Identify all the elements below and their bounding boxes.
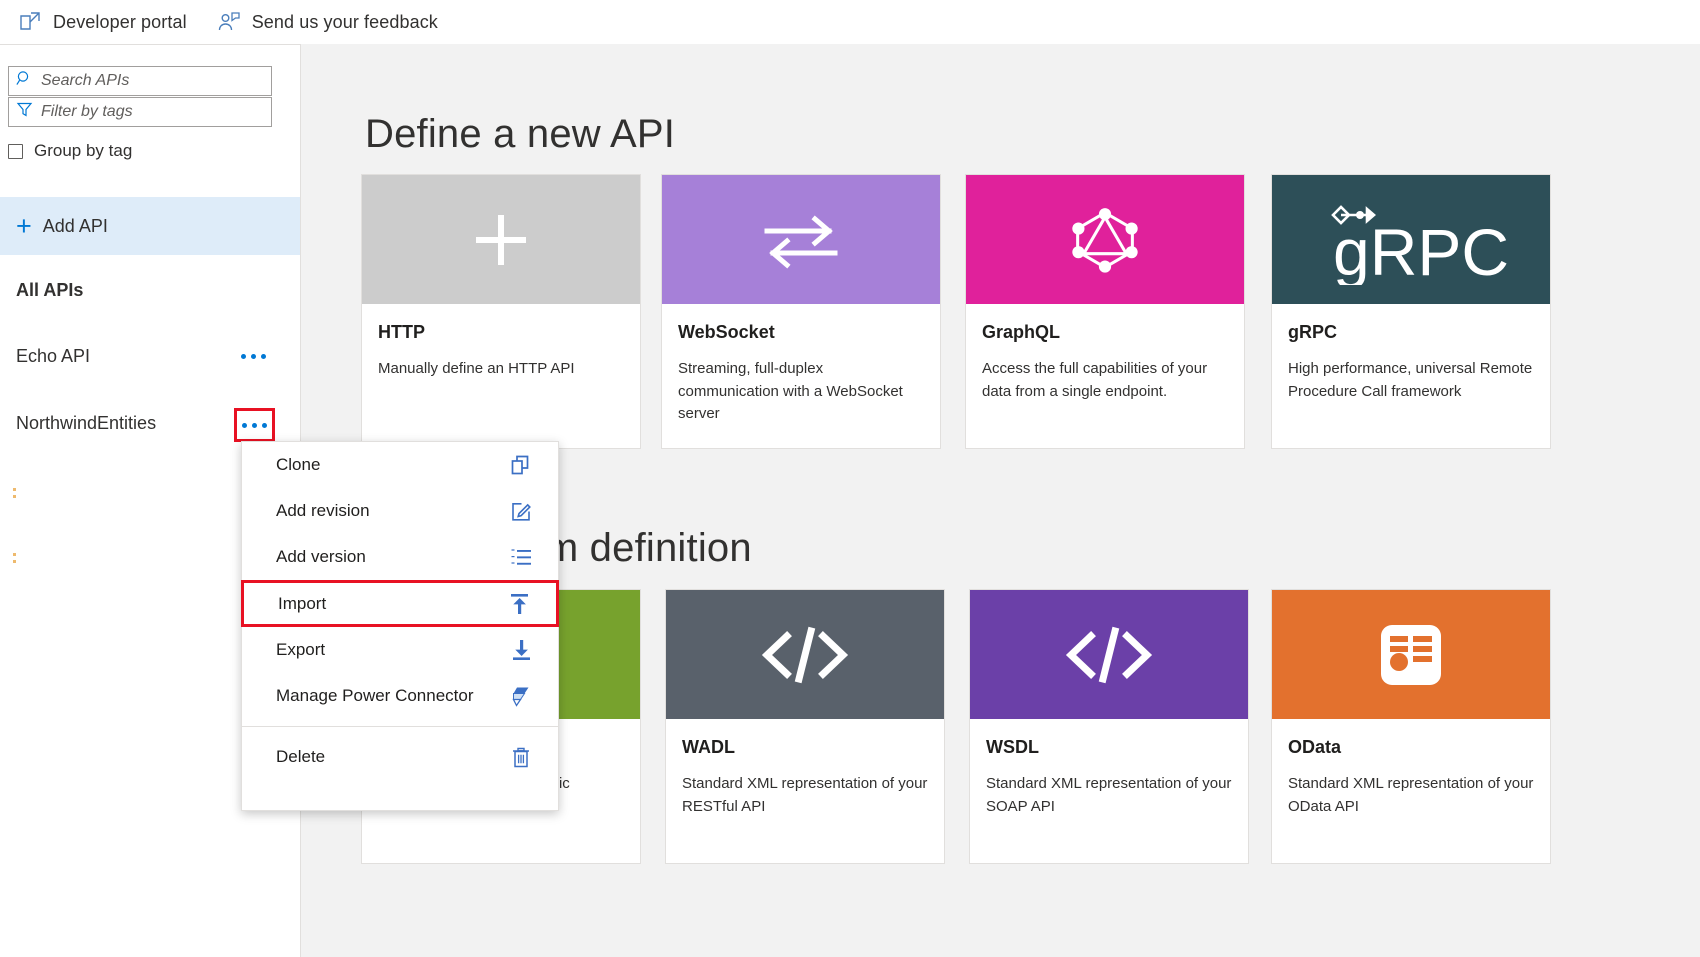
bidirectional-arrows-icon — [764, 214, 838, 269]
card-title: WSDL — [986, 737, 1039, 757]
odata-table-icon — [1381, 624, 1441, 685]
search-apis-field[interactable]: Search APIs — [8, 66, 272, 96]
clone-icon — [506, 455, 536, 475]
numbered-list-icon — [506, 548, 536, 567]
developer-portal-button[interactable]: Developer portal — [18, 10, 187, 34]
export-arrow-down-icon — [506, 639, 536, 661]
card-description: Standard XML representation of your SOAP… — [986, 775, 1232, 815]
filter-by-tags-field[interactable]: Filter by tags — [8, 97, 272, 127]
card-title: GraphQL — [982, 322, 1061, 342]
api-card-graphql[interactable]: GraphQL Access the full capabilities of … — [965, 174, 1245, 449]
card-description: Access the full capabilities of your dat… — [982, 360, 1208, 400]
card-description: Standard XML representation of your ODat… — [1288, 775, 1534, 815]
menu-item-label: Add version — [276, 547, 366, 566]
api-context-menu: Clone Add revision Add version Import Ex… — [241, 441, 559, 811]
menu-item-add-version[interactable]: Add version — [242, 534, 558, 580]
sidebar-item-echo-api[interactable]: Echo API — [0, 335, 300, 377]
command-bar: Developer portal Send us your feedback — [0, 0, 1700, 44]
power-connector-icon — [506, 685, 536, 707]
trash-icon — [506, 747, 536, 768]
menu-item-label: Export — [276, 640, 326, 659]
list-artifact-mark — [13, 560, 16, 563]
card-body: HTTP Manually define an HTTP API — [362, 304, 640, 381]
search-apis-placeholder: Search APIs — [41, 72, 130, 89]
api-card-wsdl[interactable]: WSDL Standard XML representation of your… — [969, 589, 1249, 864]
filter-icon — [16, 101, 33, 123]
menu-item-label: Clone — [276, 455, 321, 474]
card-header — [662, 175, 940, 304]
card-header — [362, 175, 640, 304]
grpc-logo-icon: gRPC — [1331, 204, 1509, 285]
menu-item-label: Delete — [276, 747, 326, 766]
filter-by-tags-placeholder: Filter by tags — [41, 103, 133, 120]
menu-item-export[interactable]: Export — [242, 627, 558, 673]
plus-icon: + — [16, 210, 32, 241]
menu-item-clone[interactable]: Clone — [242, 442, 558, 488]
menu-divider — [242, 726, 558, 727]
add-api-button[interactable]: + Add API — [0, 197, 300, 255]
menu-item-label: Import — [278, 593, 327, 613]
menu-item-manage-power-connector[interactable]: Manage Power Connector — [242, 673, 558, 719]
api-card-http[interactable]: HTTP Manually define an HTTP API — [361, 174, 641, 449]
svg-text:gRPC: gRPC — [1333, 215, 1509, 285]
sidebar-item-northwindentities[interactable]: NorthwindEntities — [0, 402, 300, 444]
add-api-label: Add API — [42, 215, 108, 236]
card-body: WADL Standard XML representation of your… — [666, 719, 944, 818]
code-brackets-icon — [1065, 626, 1153, 683]
import-arrow-up-icon — [504, 593, 534, 615]
card-body: GraphQL Access the full capabilities of … — [966, 304, 1244, 403]
all-apis-label[interactable]: All APIs — [16, 280, 83, 301]
echo-api-more-menu-icon[interactable] — [236, 341, 271, 371]
feedback-person-icon — [217, 10, 241, 34]
card-description: High performance, universal Remote Proce… — [1288, 360, 1533, 400]
api-management-apis-page: Developer portal Send us your feedback S… — [0, 0, 1700, 957]
card-title: OData — [1288, 737, 1342, 757]
menu-item-add-revision[interactable]: Add revision — [242, 488, 558, 534]
api-name-label: NorthwindEntities — [16, 412, 157, 433]
group-by-tag-checkbox-row[interactable]: Group by tag — [8, 141, 132, 161]
card-body: gRPC High performance, universal Remote … — [1272, 304, 1550, 403]
card-body: OData Standard XML representation of you… — [1272, 719, 1550, 818]
card-header — [966, 175, 1244, 304]
list-artifact-mark — [13, 553, 16, 556]
list-artifact-mark — [13, 495, 16, 498]
api-card-grpc[interactable]: gRPC gRPC High performance, universal Re… — [1271, 174, 1551, 449]
send-feedback-label: Send us your feedback — [251, 11, 438, 32]
menu-item-delete[interactable]: Delete — [242, 734, 558, 780]
card-header — [666, 590, 944, 719]
northwindentities-more-menu-icon[interactable] — [234, 408, 275, 442]
card-title: HTTP — [378, 322, 425, 342]
api-name-label: Echo API — [16, 345, 91, 366]
search-icon — [16, 70, 33, 92]
card-title: gRPC — [1288, 322, 1337, 342]
plus-icon — [476, 214, 526, 265]
code-brackets-icon — [761, 626, 849, 683]
menu-item-label: Add revision — [276, 501, 370, 520]
card-title: WADL — [682, 737, 735, 757]
card-header: gRPC — [1272, 175, 1550, 304]
card-title: WebSocket — [678, 322, 775, 342]
define-new-api-heading: Define a new API — [365, 112, 676, 156]
card-description: Manually define an HTTP API — [378, 360, 575, 377]
card-body: WebSocket Streaming, full-duplex communi… — [662, 304, 940, 426]
send-feedback-button[interactable]: Send us your feedback — [217, 10, 438, 34]
menu-item-label: Manage Power Connector — [276, 686, 474, 705]
external-link-icon — [18, 10, 42, 34]
api-card-wadl[interactable]: WADL Standard XML representation of your… — [665, 589, 945, 864]
menu-item-import[interactable]: Import — [241, 580, 559, 627]
card-description: Streaming, full-duplex communication wit… — [678, 360, 903, 422]
card-header — [1272, 590, 1550, 719]
graphql-icon — [1072, 207, 1138, 273]
developer-portal-label: Developer portal — [53, 11, 187, 32]
edit-square-icon — [506, 501, 536, 522]
api-card-websocket[interactable]: WebSocket Streaming, full-duplex communi… — [661, 174, 941, 449]
list-artifact-mark — [13, 488, 16, 491]
card-description: Standard XML representation of your REST… — [682, 775, 928, 815]
group-by-tag-label: Group by tag — [34, 141, 133, 160]
group-by-tag-checkbox[interactable] — [8, 143, 23, 159]
card-header — [970, 590, 1248, 719]
api-card-odata[interactable]: OData Standard XML representation of you… — [1271, 589, 1551, 864]
card-body: WSDL Standard XML representation of your… — [970, 719, 1248, 818]
